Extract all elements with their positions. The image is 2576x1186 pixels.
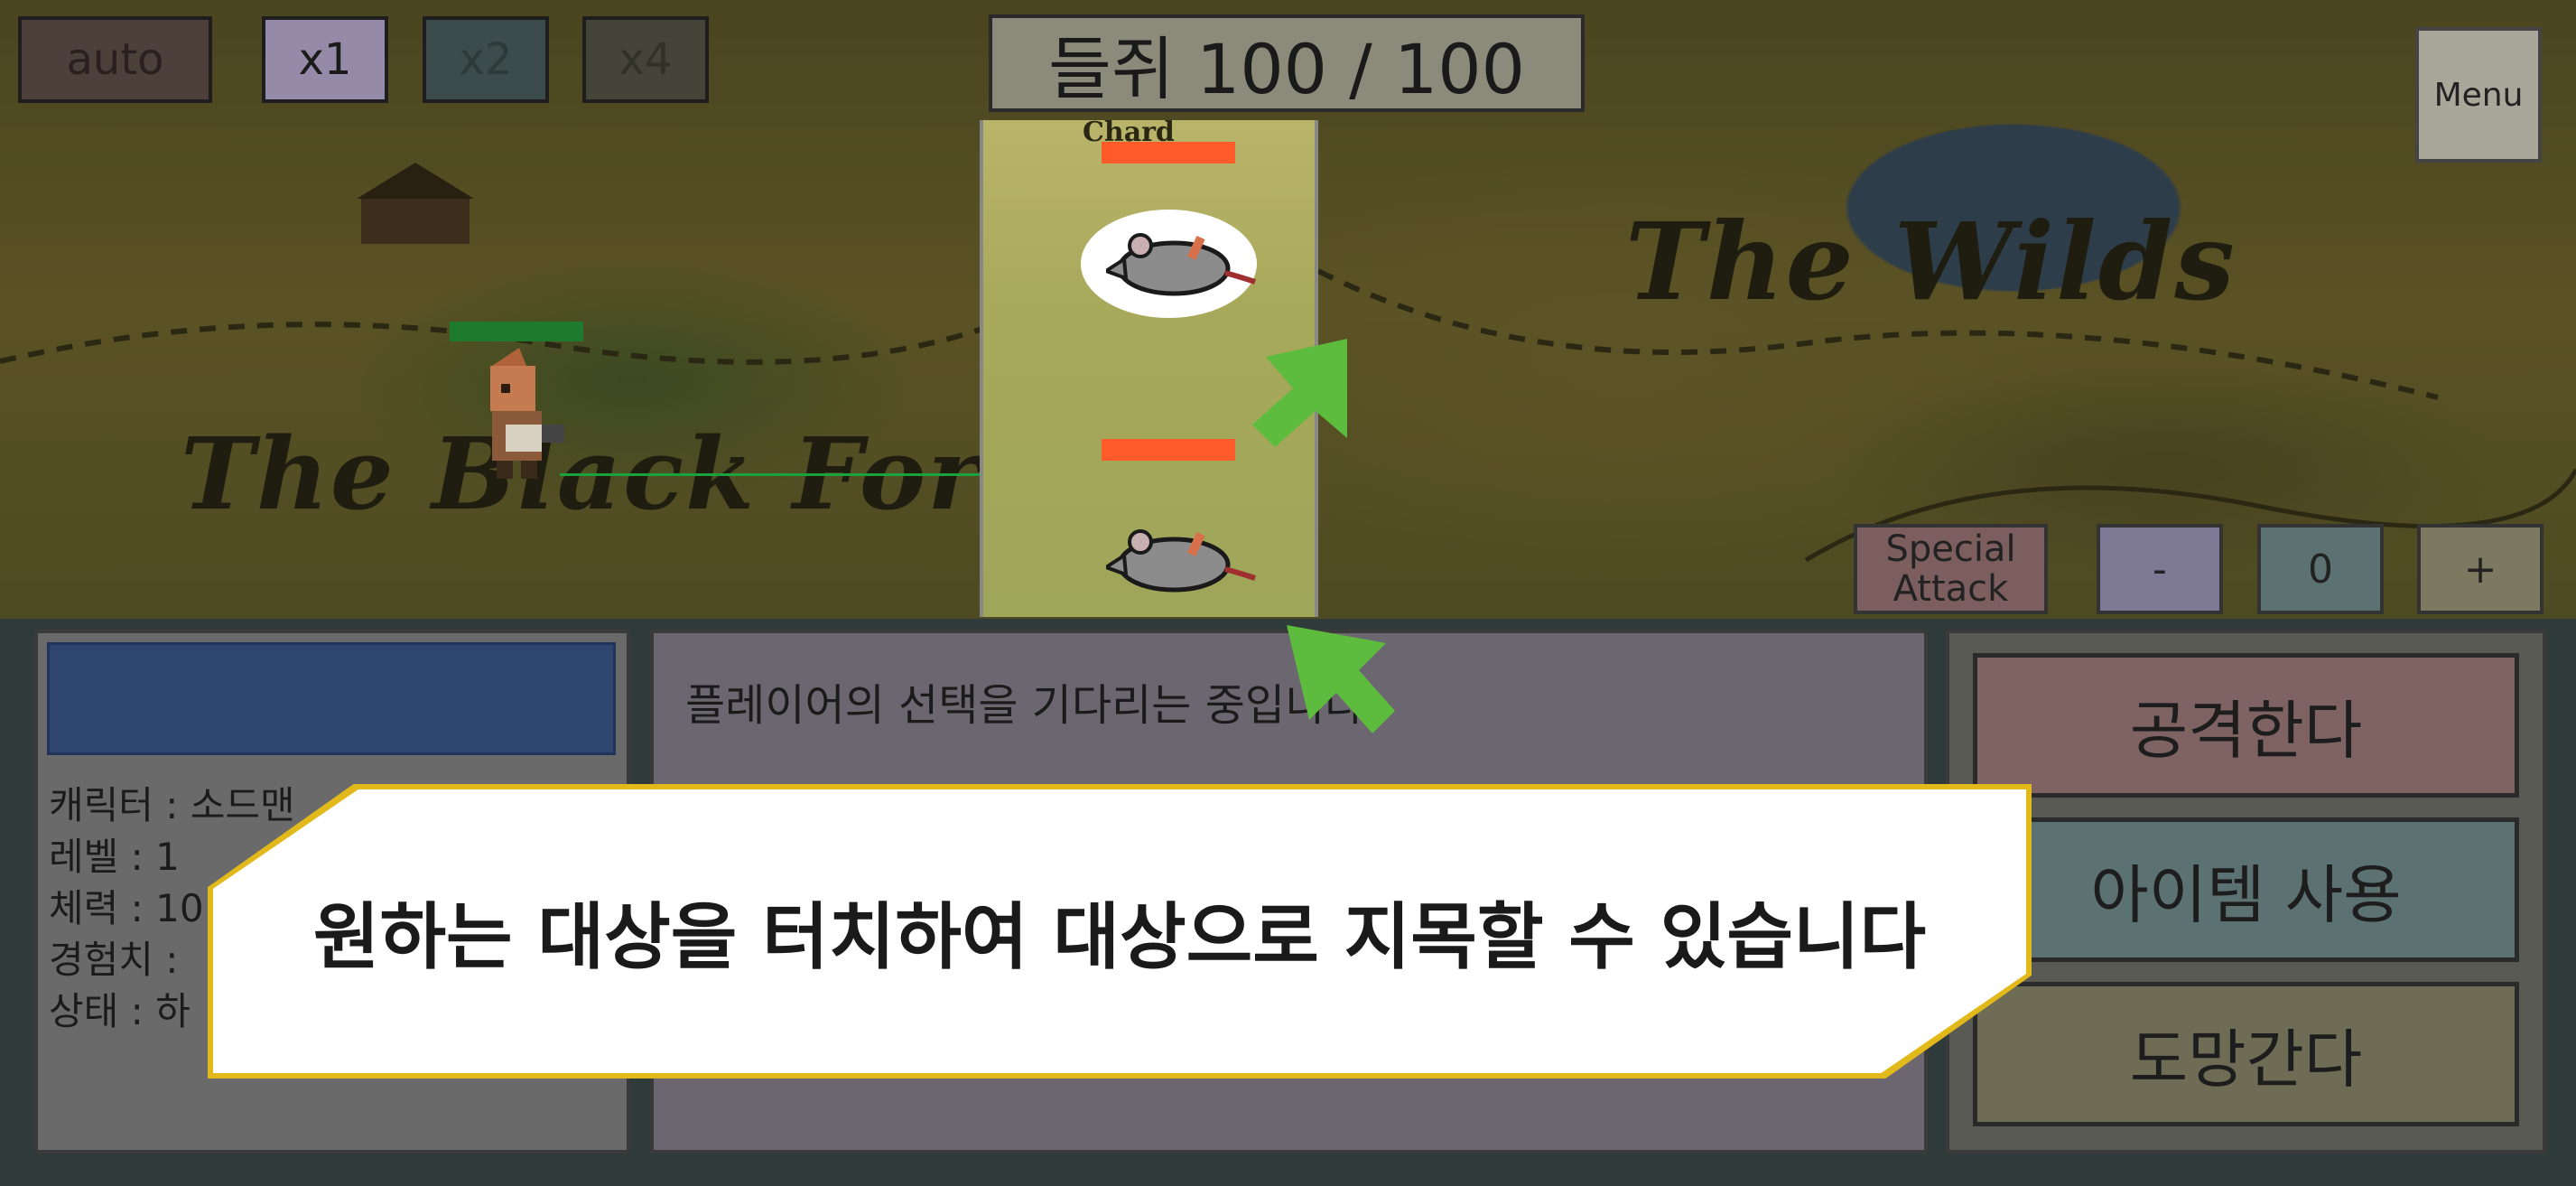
speed-x4-button[interactable]: x4 [582, 16, 709, 103]
speed-x2-button[interactable]: x2 [423, 16, 549, 103]
pointer-arrow-icon [1287, 625, 1395, 733]
attack-button[interactable]: 공격한다 [1973, 653, 2519, 798]
tutorial-callout[interactable]: 원하는 대상을 터치하여 대상으로 지목할 수 있습니다 [213, 789, 2026, 1073]
player-sprite[interactable] [465, 348, 573, 483]
decrease-button[interactable]: - [2097, 524, 2223, 614]
rat-icon[interactable] [1106, 524, 1260, 596]
use-item-button[interactable]: 아이템 사용 [1973, 817, 2519, 962]
flee-button[interactable]: 도망간다 [1973, 982, 2519, 1126]
auto-button[interactable]: auto [18, 16, 212, 103]
menu-button[interactable]: Menu [2415, 27, 2542, 163]
special-attack-button[interactable]: Special Attack [1854, 524, 2048, 614]
rat-icon[interactable] [1106, 228, 1260, 300]
pointer-arrow-icon [1252, 339, 1347, 447]
enemy-hp-bar [1102, 439, 1235, 461]
player-hp-bar [450, 322, 583, 341]
enemy-counter: 들쥐 100 / 100 [989, 14, 1585, 112]
count-display: 0 [2257, 524, 2384, 614]
stat-character: 캐릭터 : 소드맨 [49, 783, 295, 827]
enemy-hp-bar [1102, 142, 1235, 163]
speed-x1-button[interactable]: x1 [262, 16, 388, 103]
target-line [560, 473, 991, 476]
stat-hp: 체력 : 10 [49, 886, 204, 930]
tutorial-text: 원하는 대상을 터치하여 대상으로 지목할 수 있습니다 [312, 895, 1927, 979]
stat-state: 상태 : 하 [49, 989, 191, 1033]
stat-exp: 경험치 : [49, 938, 179, 982]
stat-level: 레벨 : 1 [49, 835, 180, 879]
character-name-bar [47, 642, 616, 755]
increase-button[interactable]: + [2417, 524, 2543, 614]
